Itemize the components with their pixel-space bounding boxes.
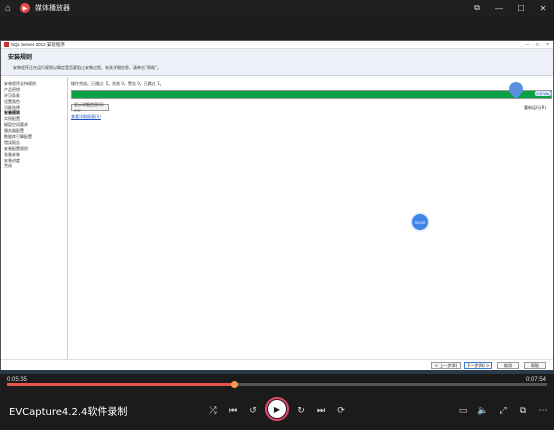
installer-header: 安装规则 安装程序正在运行规则以确定是否要阻止安装过程。有关详细信息，请单击“帮… — [1, 49, 553, 76]
video-frame[interactable]: SQL Server 2012 安装程序 – □ × 安装规则 安装程序正在运行… — [0, 40, 554, 370]
shuffle-icon[interactable]: ⤮ — [206, 403, 220, 417]
window-controls: ⧉ — ☐ ✕ — [466, 0, 554, 16]
installer-steps-list: 安装程序支持规则 产品密钥 许可条款 设置角色 功能选择 安装规则 实例配置 磁盘空间要求 服务… — [1, 77, 68, 359]
rules-progress-bar — [71, 90, 552, 99]
installer-main: 操作完成。已通过: 5。失败 0。警告 0。已跳过 1。 4.5 V/s 显示详… — [68, 77, 553, 359]
view-report-link[interactable]: 查看详细报表(V) — [71, 114, 101, 120]
installer-footer: < 上一步(B) 下一步(N) > 取消 帮助 — [1, 359, 553, 370]
next-button[interactable]: 下一步(N) > — [464, 362, 492, 369]
cancel-button[interactable]: 取消 — [497, 362, 519, 369]
cast-icon[interactable]: ⧉ — [516, 403, 530, 417]
fullscreen-icon[interactable]: ⤢ — [496, 403, 510, 417]
player-title-bar: ⌂ ▶ 媒体播放器 ⧉ — ☐ ✕ — [0, 0, 554, 16]
installer-step: 完成 — [4, 163, 12, 169]
cursor-highlight: 00:00 — [412, 214, 428, 230]
maximize-button[interactable]: ☐ — [510, 0, 532, 16]
play-icon: ▶ — [268, 400, 286, 418]
help-button[interactable]: 帮助 — [524, 362, 546, 369]
installer-close-icon: × — [546, 41, 549, 48]
speed-badge: 4.5 V/s — [534, 91, 551, 96]
previous-icon[interactable]: ⏮ — [226, 403, 240, 417]
play-button[interactable]: ▶ — [265, 397, 289, 421]
sql-server-icon — [4, 42, 9, 47]
forward-30-icon[interactable]: ↻ — [294, 403, 308, 417]
location-pin-icon — [506, 79, 526, 100]
seek-knob[interactable] — [230, 381, 238, 388]
more-icon[interactable]: ⋯ — [536, 403, 550, 417]
installer-window-controls: – □ × — [526, 42, 553, 48]
show-details-button[interactable]: 显示详细信息(S) >> — [71, 102, 109, 113]
installer-maximize-icon: □ — [536, 41, 540, 48]
media-title: EVCapture4.2.4软件录制 — [9, 407, 128, 418]
installer-window-title: SQL Server 2012 安装程序 — [11, 41, 65, 47]
next-icon[interactable]: ⏭ — [314, 403, 328, 417]
close-button[interactable]: ✕ — [532, 0, 554, 16]
installer-header-title: 安装规则 — [8, 54, 33, 61]
player-title: 媒体播放器 — [35, 4, 70, 12]
repeat-icon[interactable]: ⟳ — [334, 403, 348, 417]
back-button[interactable]: < 上一步(B) — [431, 362, 461, 369]
rewind-10-icon[interactable]: ↺ — [246, 403, 260, 417]
installer-header-subtitle: 安装程序正在运行规则以确定是否要阻止安装过程。有关详细信息，请单击“帮助”。 — [13, 65, 162, 70]
minimize-button[interactable]: — — [488, 0, 510, 16]
seek-bar[interactable] — [7, 381, 547, 388]
seek-bar-played — [7, 383, 234, 386]
installer-body: 安装程序支持规则 产品密钥 许可条款 设置角色 功能选择 安装规则 实例配置 磁盘空间要求 服务… — [1, 77, 553, 359]
volume-icon[interactable]: 🔈 — [476, 403, 490, 417]
rerun-button[interactable]: 重新运行(R) — [521, 104, 549, 111]
installer-title-bar: SQL Server 2012 安装程序 – □ × — [1, 41, 553, 49]
rules-progress-fill — [72, 91, 551, 98]
app-logo-icon: ▶ — [20, 3, 30, 13]
subtitles-icon[interactable]: ▭ — [456, 403, 470, 417]
home-icon[interactable]: ⌂ — [0, 0, 16, 16]
operation-status-text: 操作完成。已通过: 5。失败 0。警告 0。已跳过 1。 — [71, 81, 164, 86]
pin-icon[interactable]: ⧉ — [466, 0, 488, 16]
scrub-area — [0, 374, 554, 390]
installer-minimize-icon: – — [526, 41, 530, 48]
